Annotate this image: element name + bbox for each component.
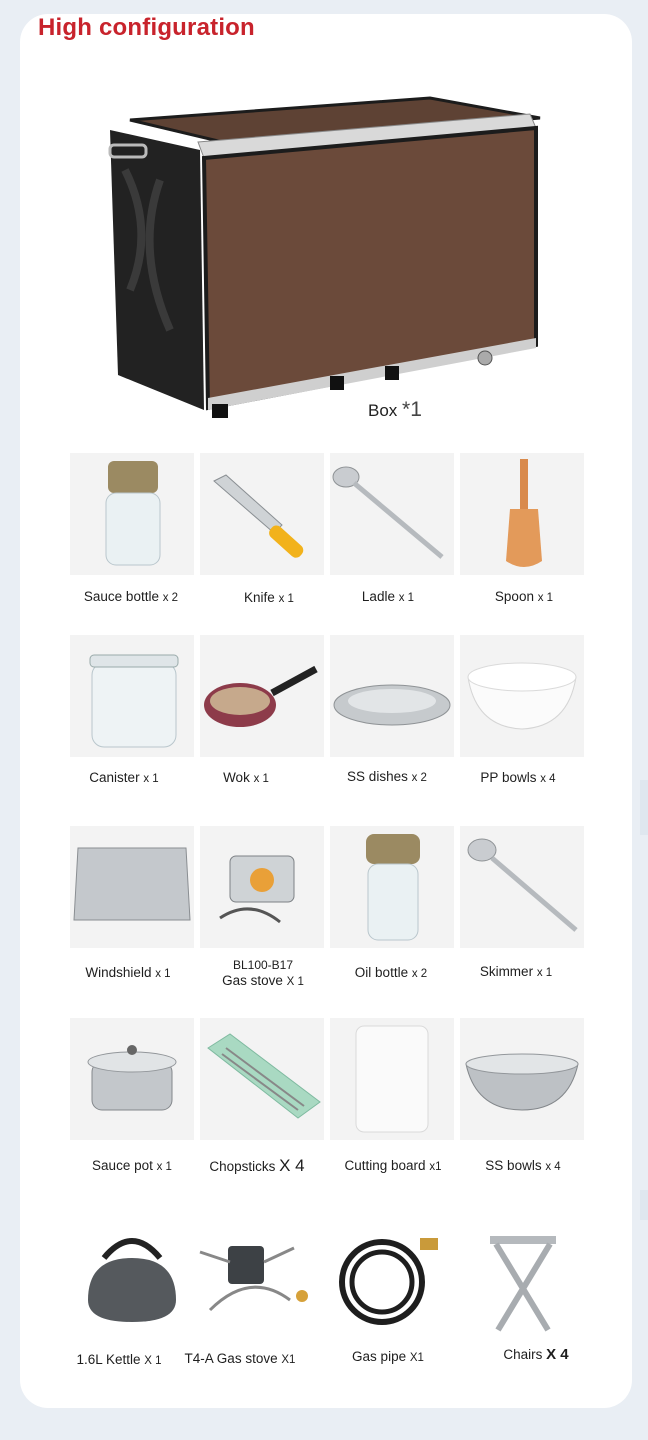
box-caption: Box *1 <box>368 398 422 422</box>
chair-icon <box>460 1222 584 1344</box>
label-sauce-pot: Sauce pot x 1 <box>92 1158 172 1173</box>
kettle-icon <box>70 1222 194 1344</box>
label-windshield: Windshield x 1 <box>85 965 171 980</box>
gas-stove-icon <box>200 826 324 948</box>
label-chopsticks: Chopsticks X 4 <box>209 1156 305 1175</box>
windshield-icon <box>70 826 194 948</box>
label-ss-dishes: SS dishes x 2 <box>347 769 427 784</box>
chopsticks-icon <box>200 1018 324 1140</box>
box-name: Box <box>368 401 398 420</box>
label-chairs: Chairs X 4 <box>503 1346 569 1363</box>
wok-icon <box>200 635 324 757</box>
ss-dish-icon <box>330 635 454 757</box>
page-title: High configuration <box>38 14 255 41</box>
t4a-stove-icon <box>190 1222 314 1344</box>
sauce-pot-icon <box>70 1018 194 1140</box>
label-sauce-bottle: Sauce bottle x 2 <box>83 589 179 604</box>
label-t4a-stove: T4-A Gas stove X1 <box>184 1351 296 1366</box>
gas-pipe-icon <box>330 1222 454 1344</box>
label-pp-bowls: PP bowls x 4 <box>480 770 556 785</box>
label-ladle: Ladle x 1 <box>361 589 415 604</box>
edge-strip <box>640 780 648 835</box>
pp-bowl-icon <box>460 635 584 757</box>
label-oil-bottle: Oil bottle x 2 <box>354 965 428 980</box>
label-spoon: Spoon x 1 <box>494 589 554 604</box>
ss-bowl-icon <box>460 1018 584 1140</box>
box-qty: *1 <box>402 398 422 421</box>
gas-stove-model: BL100-B17 <box>232 958 294 972</box>
label-ss-bowls: SS bowls x 4 <box>485 1158 561 1173</box>
label-skimmer: Skimmer x 1 <box>479 964 553 979</box>
label-gas-stove: BL100-B17 Gas stove X 1 <box>193 958 333 988</box>
sauce-bottle-icon <box>70 453 194 575</box>
oil-bottle-icon <box>330 826 454 948</box>
label-gas-pipe: Gas pipe X1 <box>352 1349 424 1364</box>
label-wok: Wok x 1 <box>223 770 269 785</box>
ladle-icon <box>330 453 454 575</box>
label-canister: Canister x 1 <box>89 770 159 785</box>
label-cutting-board: Cutting board x1 <box>344 1158 442 1173</box>
skimmer-icon <box>460 826 584 948</box>
label-kettle: 1.6L Kettle X 1 <box>76 1352 162 1367</box>
spoon-icon <box>460 453 584 575</box>
canister-icon <box>70 635 194 757</box>
box-icon <box>100 90 550 430</box>
cutting-board-icon <box>330 1018 454 1140</box>
edge-strip <box>640 1190 648 1220</box>
knife-icon <box>200 453 324 575</box>
